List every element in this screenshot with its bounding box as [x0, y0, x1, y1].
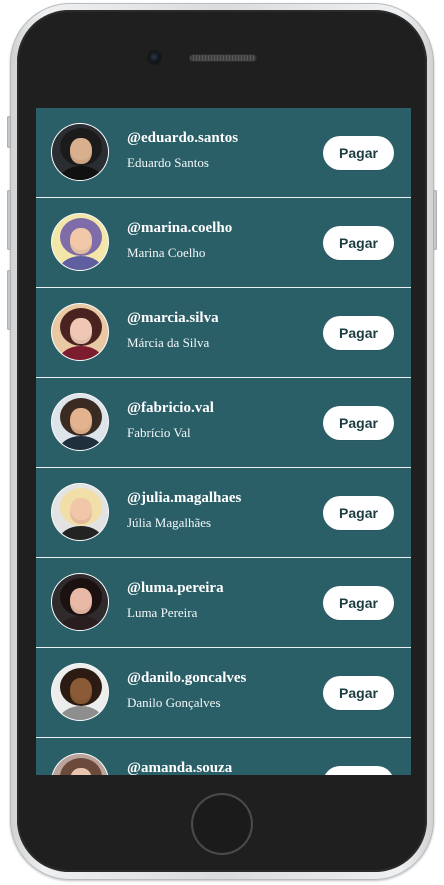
avatar: [51, 123, 109, 181]
avatar: [51, 213, 109, 271]
pay-button[interactable]: Pagar: [323, 586, 394, 620]
avatar: [51, 753, 109, 775]
avatar-face: [70, 678, 92, 704]
user-text: @marina.coelho Marina Coelho: [127, 219, 317, 261]
avatar-face: [70, 408, 92, 434]
avatar: [51, 393, 109, 451]
avatar-face: [70, 498, 92, 524]
user-text: @fabricio.val Fabrício Val: [127, 399, 317, 441]
user-row[interactable]: @marcia.silva Márcia da Silva Pagar: [36, 288, 411, 378]
user-text: @julia.magalhaes Júlia Magalhães: [127, 489, 317, 531]
avatar-face: [70, 318, 92, 344]
user-handle: @marcia.silva: [127, 310, 219, 326]
user-full-name: Júlia Magalhães: [127, 515, 212, 530]
user-handle: @eduardo.santos: [127, 130, 239, 146]
power-button: [433, 190, 437, 250]
user-text: @marcia.silva Márcia da Silva: [127, 309, 317, 351]
mute-switch: [7, 116, 11, 148]
user-full-name: Danilo Gonçalves: [127, 695, 221, 710]
user-handle: @julia.magalhaes: [127, 490, 242, 506]
avatar: [51, 573, 109, 631]
user-text: @danilo.goncalves Danilo Gonçalves: [127, 669, 317, 711]
pay-button[interactable]: Pagar: [323, 676, 394, 710]
pay-button[interactable]: Pagar: [323, 496, 394, 530]
home-button[interactable]: [191, 793, 253, 855]
pay-button[interactable]: Pagar: [323, 136, 394, 170]
phone-screen[interactable]: @eduardo.santos Eduardo Santos Pagar @ma…: [36, 108, 411, 775]
volume-up-button: [7, 190, 11, 250]
user-text: @amanda.souza: [127, 759, 317, 775]
user-full-name: Fabrício Val: [127, 425, 191, 440]
user-row[interactable]: @eduardo.santos Eduardo Santos Pagar: [36, 108, 411, 198]
user-full-name: Eduardo Santos: [127, 155, 209, 170]
user-list[interactable]: @eduardo.santos Eduardo Santos Pagar @ma…: [36, 108, 411, 775]
pay-button[interactable]: Pagar: [323, 316, 394, 350]
pay-button[interactable]: Pagar: [323, 226, 394, 260]
avatar: [51, 483, 109, 541]
avatar: [51, 303, 109, 361]
user-row[interactable]: @amanda.souza: [36, 738, 411, 775]
front-camera: [149, 52, 160, 63]
user-full-name: Luma Pereira: [127, 605, 198, 620]
user-handle: @amanda.souza: [127, 760, 233, 775]
user-full-name: Marina Coelho: [127, 245, 206, 260]
avatar-face: [70, 138, 92, 164]
pay-button[interactable]: [323, 766, 394, 775]
user-row[interactable]: @marina.coelho Marina Coelho Pagar: [36, 198, 411, 288]
user-handle: @marina.coelho: [127, 220, 233, 236]
user-row[interactable]: @julia.magalhaes Júlia Magalhães Pagar: [36, 468, 411, 558]
user-full-name: Márcia da Silva: [127, 335, 210, 350]
user-row[interactable]: @danilo.goncalves Danilo Gonçalves Pagar: [36, 648, 411, 738]
earpiece-speaker: [190, 55, 256, 61]
user-handle: @fabricio.val: [127, 400, 214, 416]
avatar-face: [70, 588, 92, 614]
user-row[interactable]: @luma.pereira Luma Pereira Pagar: [36, 558, 411, 648]
user-row[interactable]: @fabricio.val Fabrício Val Pagar: [36, 378, 411, 468]
avatar-face: [70, 228, 92, 254]
user-text: @luma.pereira Luma Pereira: [127, 579, 317, 621]
avatar: [51, 663, 109, 721]
pay-button[interactable]: Pagar: [323, 406, 394, 440]
user-handle: @danilo.goncalves: [127, 670, 247, 686]
user-handle: @luma.pereira: [127, 580, 224, 596]
volume-down-button: [7, 270, 11, 330]
user-text: @eduardo.santos Eduardo Santos: [127, 129, 317, 171]
